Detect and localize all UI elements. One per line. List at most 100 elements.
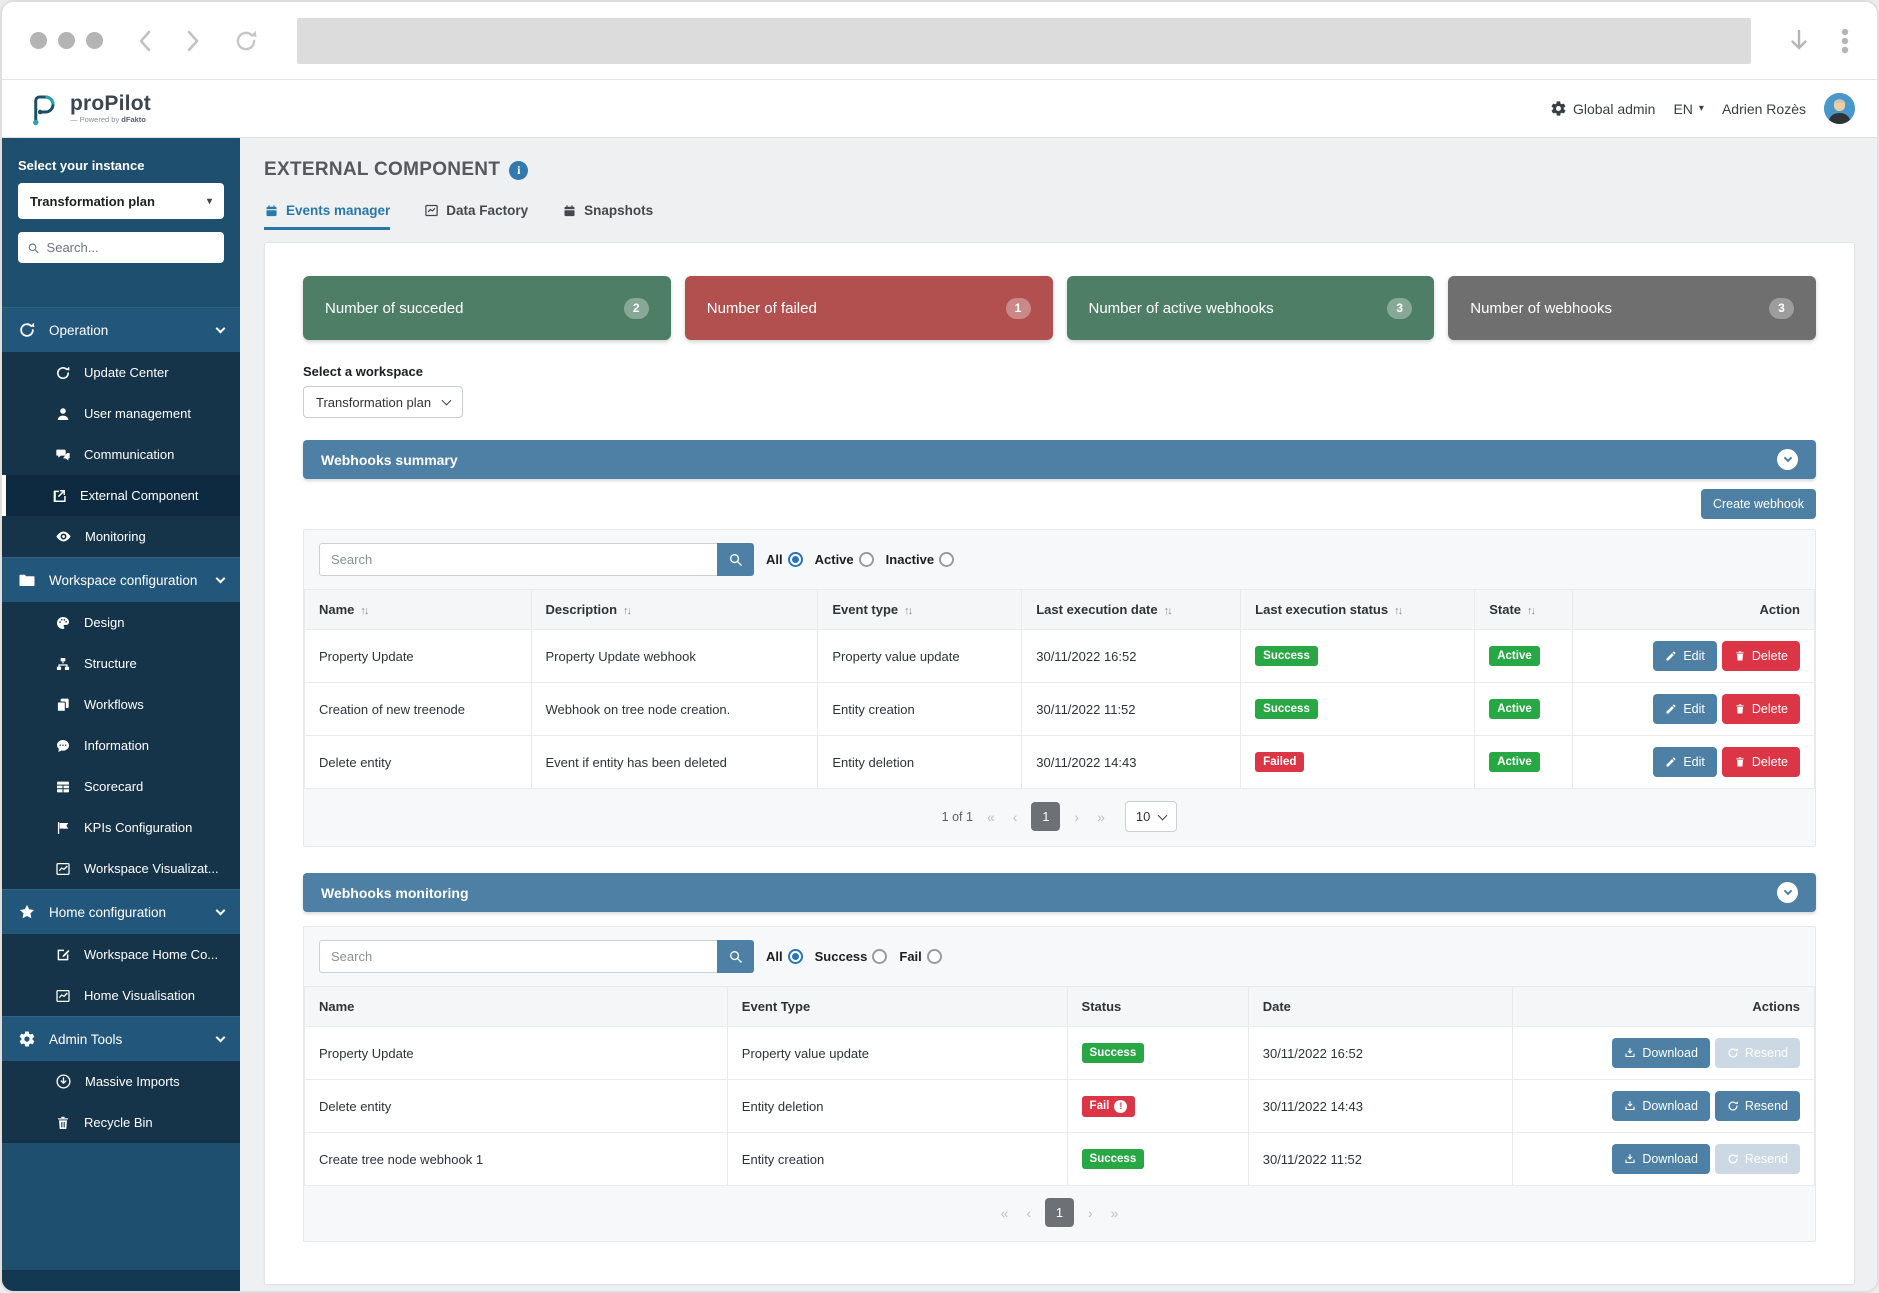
summary-search-button[interactable] [717, 543, 754, 576]
star-icon [18, 903, 36, 921]
sort-icon[interactable]: ↑↓ [360, 605, 367, 617]
sidebar-item-information[interactable]: Information [2, 725, 240, 766]
sort-icon[interactable]: ↑↓ [1394, 605, 1401, 617]
stat-value-badge: 3 [1387, 298, 1412, 319]
pagination-first-button[interactable]: « [997, 1205, 1013, 1221]
sort-icon[interactable]: ↑↓ [1527, 605, 1534, 617]
chevron-down-icon [442, 396, 452, 406]
download-button[interactable]: Download [1612, 1038, 1710, 1068]
sidebar-item-workflows[interactable]: Workflows [2, 684, 240, 725]
column-header-state[interactable]: State↑↓ [1475, 590, 1573, 630]
sidebar-item-home-visualisation[interactable]: Home Visualisation [2, 975, 240, 1016]
info-icon[interactable]: i [509, 161, 528, 180]
edit-button[interactable]: Edit [1653, 747, 1717, 777]
edit-button[interactable]: Edit [1653, 694, 1717, 724]
column-header-description[interactable]: Description↑↓ [531, 590, 818, 630]
sidebar-group-home-configuration[interactable]: Home configuration [2, 889, 240, 934]
webhooks-monitoring-panel-header[interactable]: Webhooks monitoring [303, 873, 1816, 912]
avatar[interactable] [1824, 93, 1855, 124]
sidebar-group-workspace-configuration[interactable]: Workspace configuration [2, 557, 240, 602]
filter-all[interactable]: All [766, 949, 803, 964]
sidebar-search-input[interactable] [47, 240, 215, 255]
sidebar-item-update-center[interactable]: Update Center [2, 352, 240, 393]
tab-events-manager[interactable]: Events manager [264, 203, 390, 230]
pagination-first-button[interactable]: « [983, 809, 999, 825]
address-bar[interactable] [297, 18, 1751, 64]
pagination-prev-button[interactable]: ‹ [1009, 809, 1022, 825]
instance-select[interactable]: Transformation plan ▾ [18, 183, 224, 219]
tab-data-factory[interactable]: Data Factory [424, 203, 528, 230]
window-minimize-button[interactable] [58, 32, 75, 49]
delete-button[interactable]: Delete [1722, 694, 1800, 724]
sidebar-item-scorecard[interactable]: Scorecard [2, 766, 240, 807]
browser-download-button[interactable] [1787, 28, 1811, 54]
edit-button[interactable]: Edit [1653, 641, 1717, 671]
brand-tagline: — Powered by dFakto [70, 116, 151, 124]
filter-inactive[interactable]: Inactive [886, 552, 954, 567]
collapse-toggle[interactable] [1777, 449, 1798, 470]
browser-refresh-button[interactable] [233, 28, 259, 54]
sort-icon[interactable]: ↑↓ [623, 605, 630, 617]
create-webhook-button[interactable]: Create webhook [1701, 489, 1816, 519]
error-info-icon[interactable]: ! [1114, 1100, 1127, 1113]
sidebar-item-communication[interactable]: Communication [2, 434, 240, 475]
sidebar-item-monitoring[interactable]: Monitoring [2, 516, 240, 557]
filter-all[interactable]: All [766, 552, 803, 567]
sidebar-item-recycle-bin[interactable]: Recycle Bin [2, 1102, 240, 1143]
sort-icon[interactable]: ↑↓ [1164, 605, 1171, 617]
cell-event-type: Property value update [818, 630, 1022, 683]
delete-button[interactable]: Delete [1722, 641, 1800, 671]
column-header-last-execution-date[interactable]: Last execution date↑↓ [1022, 590, 1241, 630]
summary-filter-radios: All Active Inactive [766, 552, 954, 567]
pagination-prev-button[interactable]: ‹ [1022, 1205, 1035, 1221]
window-maximize-button[interactable] [86, 32, 103, 49]
column-header-name[interactable]: Name↑↓ [305, 590, 532, 630]
sidebar-item-design[interactable]: Design [2, 602, 240, 643]
window-close-button[interactable] [30, 32, 47, 49]
pagination-current-page[interactable]: 1 [1045, 1198, 1074, 1227]
pagination-last-button[interactable]: » [1093, 809, 1109, 825]
page-size-select[interactable]: 10 [1125, 801, 1177, 832]
delete-button[interactable]: Delete [1722, 747, 1800, 777]
edit-square-icon [55, 947, 71, 963]
column-header-last-execution-status[interactable]: Last execution status↑↓ [1241, 590, 1475, 630]
sidebar-item-workspace-home-configuration[interactable]: Workspace Home Co... [2, 934, 240, 975]
sidebar-item-label: KPIs Configuration [84, 820, 192, 835]
sidebar-item-kpis-configuration[interactable]: KPIs Configuration [2, 807, 240, 848]
sidebar-item-external-component[interactable]: External Component [2, 475, 240, 516]
webhooks-summary-panel-header[interactable]: Webhooks summary [303, 440, 1816, 479]
sidebar-item-massive-imports[interactable]: Massive Imports [2, 1061, 240, 1102]
pagination-next-button[interactable]: › [1070, 809, 1083, 825]
filter-success[interactable]: Success [815, 949, 888, 964]
pagination-current-page[interactable]: 1 [1031, 802, 1060, 831]
pagination-last-button[interactable]: » [1107, 1205, 1123, 1221]
sidebar: Select your instance Transformation plan… [2, 138, 240, 1293]
brand-logo[interactable]: proPilot — Powered by dFakto [26, 90, 151, 128]
pagination-next-button[interactable]: › [1084, 1205, 1097, 1221]
download-button[interactable]: Download [1612, 1144, 1710, 1174]
tab-snapshots[interactable]: Snapshots [562, 203, 653, 230]
filter-active[interactable]: Active [815, 552, 874, 567]
sidebar-item-workspace-visualization[interactable]: Workspace Visualizat... [2, 848, 240, 889]
language-selector[interactable]: EN ▾ [1673, 101, 1703, 117]
browser-menu-button[interactable] [1841, 27, 1849, 55]
download-button[interactable]: Download [1612, 1091, 1710, 1121]
summary-search-input[interactable] [319, 543, 717, 576]
sidebar-item-structure[interactable]: Structure [2, 643, 240, 684]
global-admin-button[interactable]: Global admin [1550, 100, 1656, 117]
browser-forward-button[interactable] [181, 28, 203, 54]
workspace-select[interactable]: Transformation plan [303, 386, 463, 418]
column-header-event-type[interactable]: Event type↑↓ [818, 590, 1022, 630]
cell-event-type: Entity deletion [818, 736, 1022, 789]
filter-fail[interactable]: Fail [899, 949, 941, 964]
monitoring-search-button[interactable] [717, 940, 754, 973]
browser-back-button[interactable] [135, 28, 157, 54]
resend-button[interactable]: Resend [1715, 1091, 1800, 1121]
sidebar-item-user-management[interactable]: User management [2, 393, 240, 434]
sidebar-group-admin-tools[interactable]: Admin Tools [2, 1016, 240, 1061]
sort-icon[interactable]: ↑↓ [904, 605, 911, 617]
collapse-toggle[interactable] [1777, 882, 1798, 903]
sidebar-group-operation[interactable]: Operation [2, 307, 240, 352]
monitoring-search-input[interactable] [319, 940, 717, 973]
cell-event-type: Entity creation [727, 1133, 1067, 1186]
